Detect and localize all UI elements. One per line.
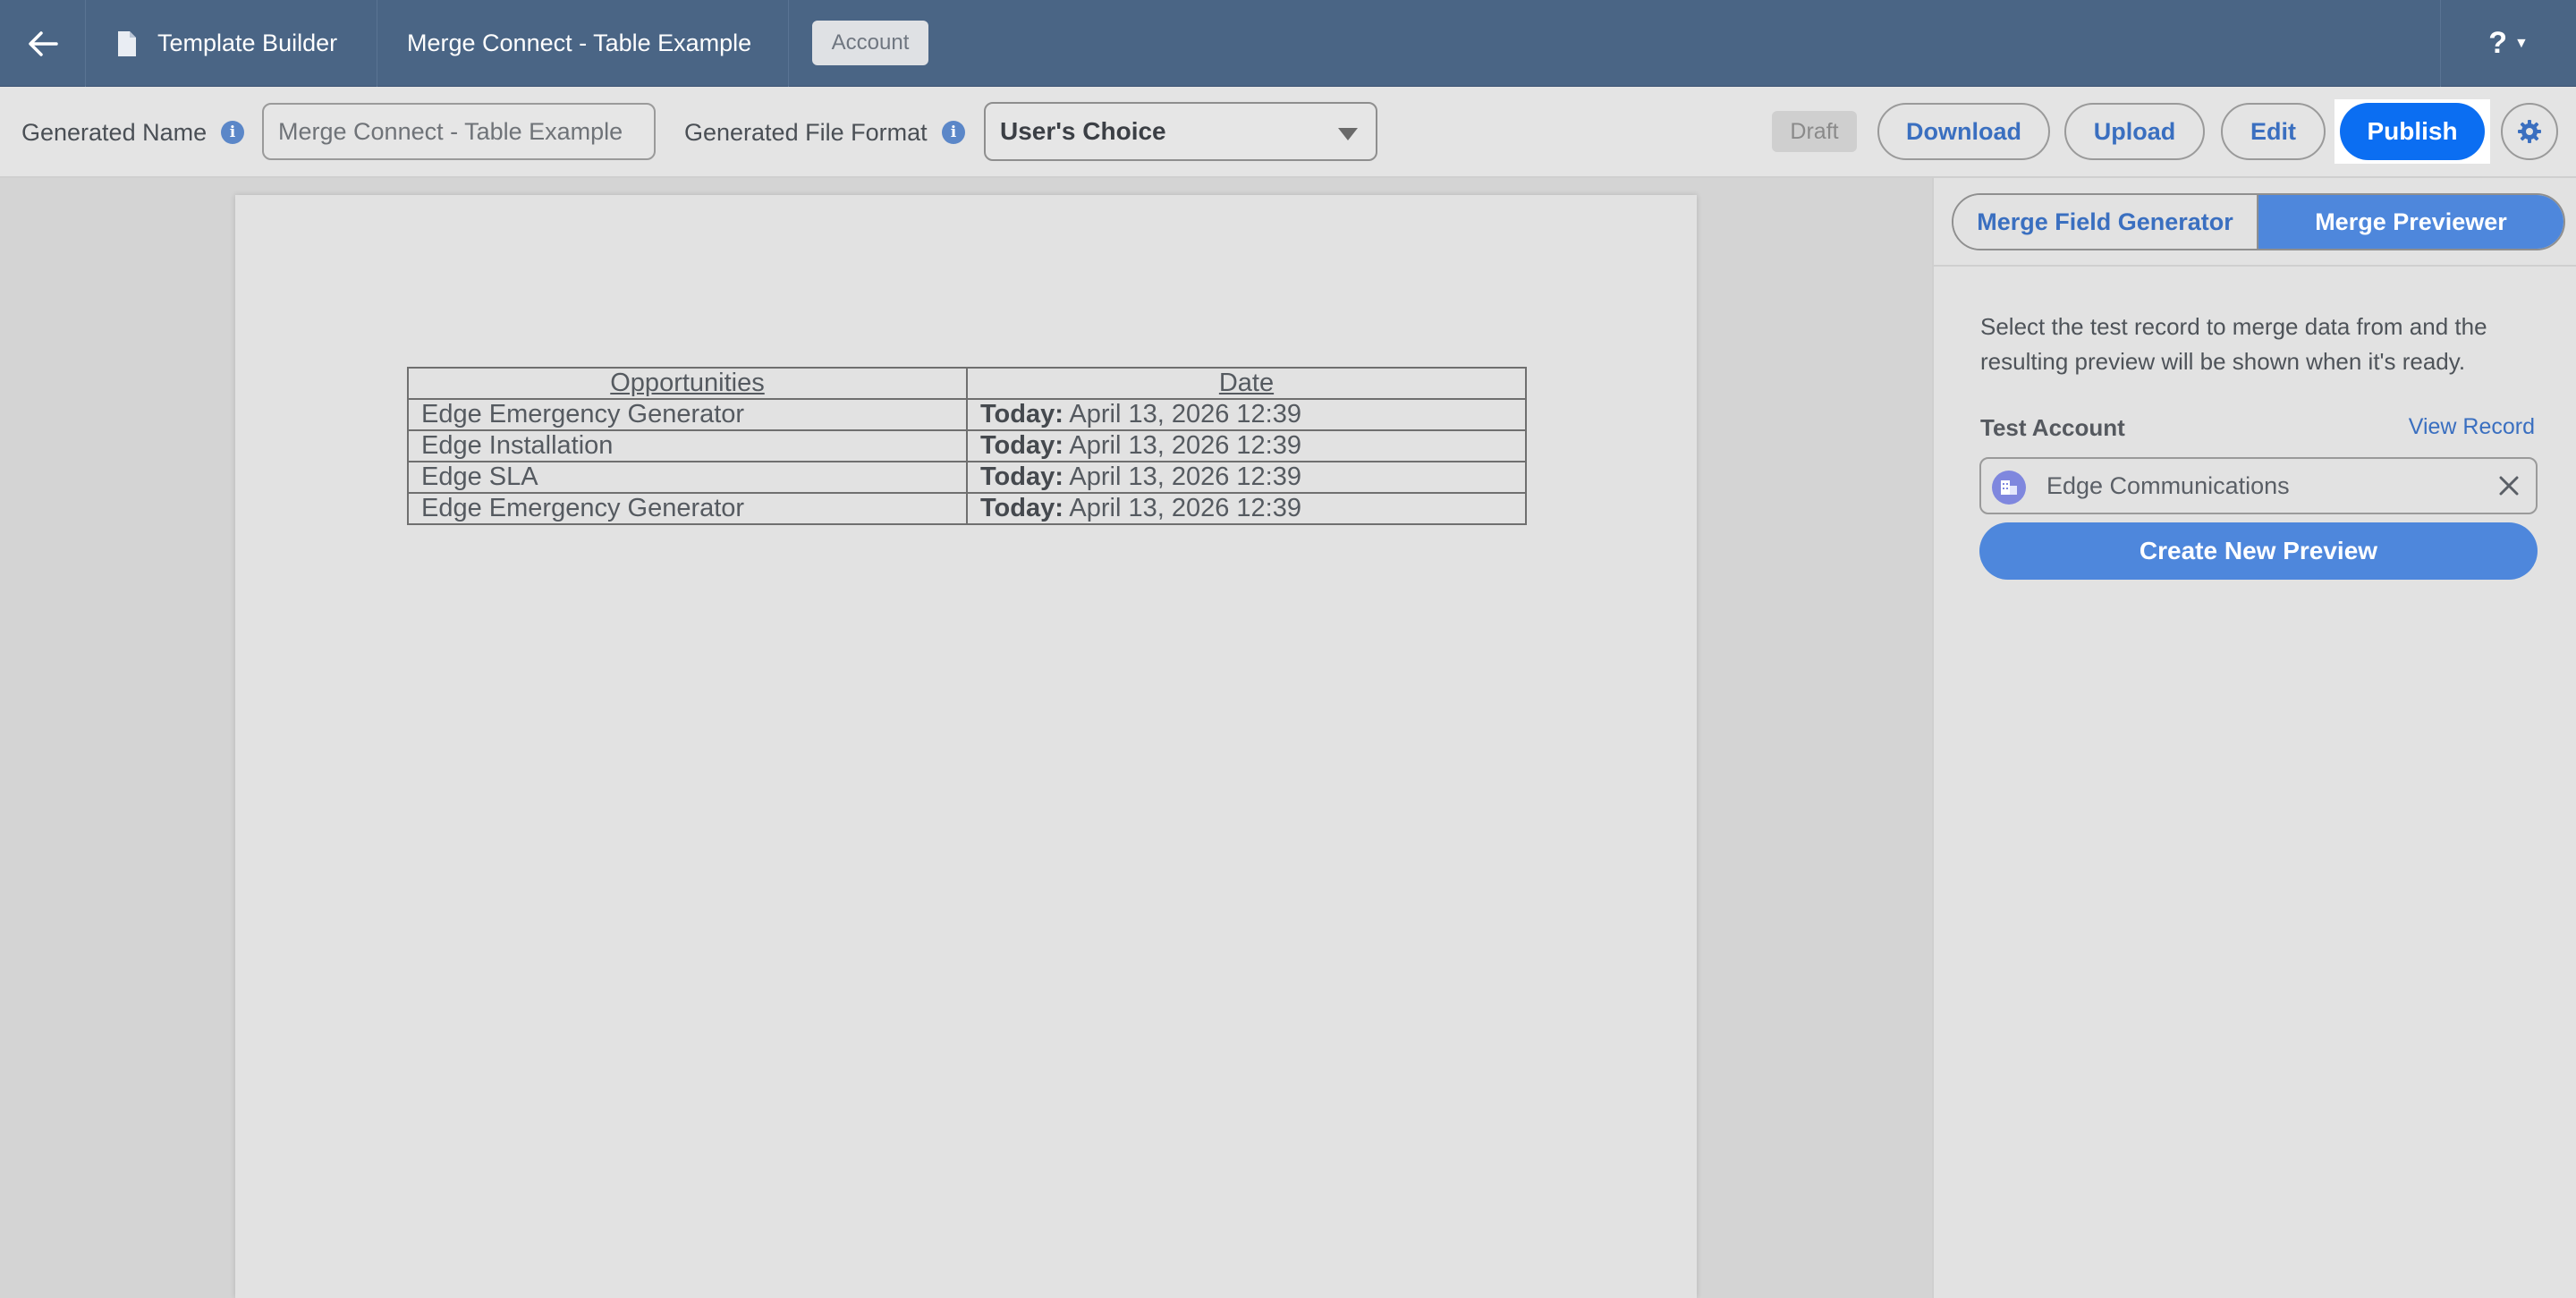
info-icon[interactable]: i — [221, 121, 244, 144]
date-value: April 13, 2026 12:39 — [1069, 400, 1301, 428]
template-name-label: Merge Connect - Table Example — [407, 30, 752, 56]
publish-button[interactable]: Publish — [2340, 103, 2485, 160]
object-badge: Account — [812, 21, 928, 65]
date-cell: Today: April 13, 2026 12:39 — [966, 461, 1527, 494]
publish-button-wrap: Publish — [2334, 99, 2490, 164]
breadcrumb-template-name: Merge Connect - Table Example — [377, 0, 789, 87]
close-icon — [2499, 476, 2519, 496]
test-account-label: Test Account — [1980, 414, 2125, 441]
date-prefix: Today: — [980, 494, 1063, 522]
document-icon — [118, 30, 136, 56]
merge-side-panel: Merge Field Generator Merge Previewer Se… — [1932, 178, 2576, 1298]
help-label: ? — [2488, 26, 2507, 60]
test-record-lookup[interactable]: Edge Communications — [1979, 457, 2538, 514]
view-record-link[interactable]: View Record — [2409, 414, 2535, 440]
column-header-date: Date — [966, 367, 1527, 400]
document-workspace: Opportunities Date Edge Emergency Genera… — [0, 178, 1932, 1298]
date-prefix: Today: — [980, 462, 1063, 491]
status-badge: Draft — [1772, 111, 1857, 152]
date-cell: Today: April 13, 2026 12:39 — [966, 429, 1527, 462]
opportunity-cell: Edge Emergency Generator — [407, 492, 968, 525]
panel-tabs: Merge Field Generator Merge Previewer — [1952, 193, 2565, 250]
date-prefix: Today: — [980, 431, 1063, 460]
back-button[interactable] — [0, 0, 86, 87]
opportunity-cell: Edge SLA — [407, 461, 968, 494]
selected-record-name: Edge Communications — [2046, 471, 2290, 499]
app-header: Template Builder Merge Connect - Table E… — [0, 0, 2576, 87]
date-prefix: Today: — [980, 400, 1063, 428]
tab-merge-previewer[interactable]: Merge Previewer — [2258, 195, 2563, 249]
column-header-opportunities: Opportunities — [407, 367, 968, 400]
date-value: April 13, 2026 12:39 — [1069, 462, 1301, 491]
divider — [1934, 265, 2576, 267]
table-row: Edge Emergency Generator Today: April 13… — [407, 492, 1527, 525]
clear-selection-button[interactable] — [2495, 471, 2523, 500]
date-value: April 13, 2026 12:39 — [1069, 431, 1301, 460]
table-row: Edge Installation Today: April 13, 2026 … — [407, 429, 1527, 462]
dropdown-arrow-icon — [1338, 128, 1358, 140]
generated-name-input[interactable] — [262, 103, 656, 160]
create-new-preview-button[interactable]: Create New Preview — [1979, 522, 2538, 580]
caret-down-icon: ▼ — [2513, 35, 2529, 51]
table-row: Edge Emergency Generator Today: April 13… — [407, 398, 1527, 431]
settings-button[interactable] — [2501, 103, 2558, 160]
date-cell: Today: April 13, 2026 12:39 — [966, 492, 1527, 525]
info-icon[interactable]: i — [942, 121, 965, 144]
document-page: Opportunities Date Edge Emergency Genera… — [235, 195, 1697, 1298]
table-row: Edge SLA Today: April 13, 2026 12:39 — [407, 461, 1527, 494]
breadcrumb-label: Template Builder — [157, 30, 338, 56]
arrow-left-icon — [28, 30, 58, 56]
date-cell: Today: April 13, 2026 12:39 — [966, 398, 1527, 431]
opportunity-cell: Edge Emergency Generator — [407, 398, 968, 431]
merge-table: Opportunities Date Edge Emergency Genera… — [407, 367, 1527, 525]
file-format-value: User's Choice — [1000, 117, 1166, 145]
opportunity-cell: Edge Installation — [407, 429, 968, 462]
help-menu-button[interactable]: ? ▼ — [2440, 0, 2576, 87]
tab-merge-field-generator[interactable]: Merge Field Generator — [1953, 195, 2258, 249]
account-icon — [1992, 471, 2026, 505]
upload-button[interactable]: Upload — [2064, 103, 2205, 160]
template-toolbar: Generated Name i Generated File Format i… — [0, 87, 2576, 178]
generated-name-label: Generated Name — [21, 118, 208, 146]
edit-button[interactable]: Edit — [2221, 103, 2326, 160]
file-format-select[interactable]: User's Choice — [984, 102, 1377, 161]
previewer-description: Select the test record to merge data fro… — [1980, 313, 2487, 375]
breadcrumb-template-builder[interactable]: Template Builder — [86, 0, 377, 87]
gear-icon — [2518, 120, 2541, 143]
date-value: April 13, 2026 12:39 — [1069, 494, 1301, 522]
file-format-label: Generated File Format — [684, 118, 928, 146]
download-button[interactable]: Download — [1877, 103, 2050, 160]
table-header-row: Opportunities Date — [407, 367, 1527, 400]
